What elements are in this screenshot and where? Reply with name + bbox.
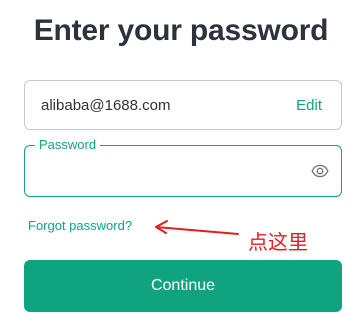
email-value: alibaba@1688.com <box>41 96 171 114</box>
annotation-text: 点这里 <box>248 230 308 254</box>
forgot-password-link[interactable]: Forgot password? <box>28 218 132 233</box>
password-field[interactable]: Password <box>24 137 342 197</box>
annotation-arrow-icon <box>155 220 239 235</box>
edit-email-link[interactable]: Edit <box>296 97 322 114</box>
eye-icon[interactable] <box>311 162 329 180</box>
continue-button[interactable]: Continue <box>24 260 342 312</box>
password-input[interactable] <box>39 156 293 188</box>
login-page: Enter your password alibaba@1688.com Edi… <box>0 0 362 321</box>
page-title: Enter your password <box>33 14 329 47</box>
email-display-field: alibaba@1688.com Edit <box>24 80 342 130</box>
password-label: Password <box>35 137 101 153</box>
